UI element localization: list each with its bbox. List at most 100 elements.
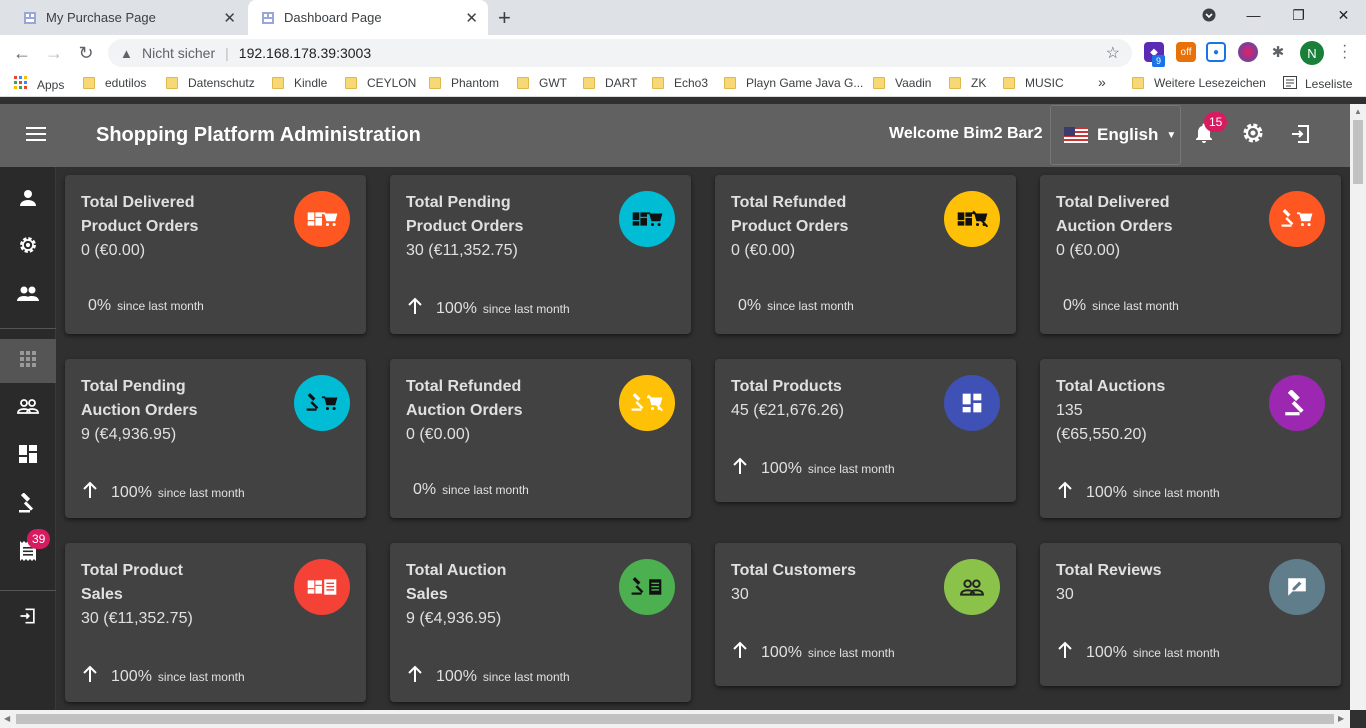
reading-list-button[interactable]: Leseliste [1283, 76, 1352, 92]
settings-gear-icon[interactable] [1241, 121, 1265, 152]
sidebar-item-logout[interactable] [0, 596, 56, 640]
bookmark-folder[interactable]: Echo3 [652, 76, 708, 90]
sidebar-divider [0, 328, 56, 329]
card-trend: 100% since last month [1056, 641, 1220, 665]
bookmark-folder[interactable]: Datenschutz [166, 76, 255, 90]
language-select[interactable]: English ▼ [1050, 105, 1181, 165]
color-extension-icon[interactable] [1238, 42, 1258, 62]
trend-caption: since last month [1132, 646, 1220, 660]
tab-dashboard[interactable]: Dashboard Page ✕ [248, 0, 488, 35]
menu-icon[interactable] [26, 127, 46, 145]
close-tab-icon[interactable]: ✕ [223, 9, 236, 27]
card-value: 9 (€4,936.95) [406, 610, 502, 627]
browser-menu-icon[interactable]: · · · [1342, 38, 1347, 66]
bookmark-apps[interactable]: Apps [14, 76, 64, 93]
bookmark-folder[interactable]: CEYLON [345, 76, 416, 90]
stat-card: Total Delivered Auction Orders 0 (€0.00) 0%… [1040, 175, 1341, 334]
apps-icon [20, 350, 36, 372]
card-title-line: Total Customers [731, 562, 857, 579]
sidebar-item-auctions[interactable] [0, 483, 56, 527]
horizontal-scrollbar[interactable]: ◀ ▶ [0, 710, 1350, 728]
card-title-line: Sales [406, 586, 448, 603]
folder-icon [272, 77, 284, 89]
gear-icon [18, 235, 38, 260]
product-cart-refund-icon [944, 191, 1000, 247]
sidebar-item-profile[interactable] [0, 178, 56, 222]
bookmark-folder[interactable]: MUSIC [1003, 76, 1064, 90]
stat-card: Total Refunded Auction Orders 0 (€0.00) 0% s… [390, 359, 691, 518]
bookmark-folder[interactable]: Kindle [272, 76, 327, 90]
card-title-line: Total Pending [406, 194, 511, 211]
product-cart-pending-icon [619, 191, 675, 247]
close-window-icon[interactable]: ✕ [1321, 0, 1366, 30]
trend-percent: 100% [1086, 644, 1127, 661]
scrollbar-thumb[interactable] [1353, 120, 1363, 184]
product-receipt-icon [294, 559, 350, 615]
bookmark-folder[interactable]: edutilos [83, 76, 146, 90]
reading-list-label: Leseliste [1305, 77, 1353, 91]
profile-avatar[interactable]: N [1300, 41, 1324, 65]
trend-percent: 100% [1086, 484, 1127, 501]
arrow-up-icon [731, 457, 751, 481]
sidebar-item-dashboard[interactable] [0, 339, 56, 383]
bookmark-label: Playn Game Java G... [746, 76, 864, 90]
back-icon[interactable]: ← [10, 41, 34, 65]
bookmark-star-icon[interactable]: ☆ [1106, 43, 1120, 63]
sidebar-item-products[interactable] [0, 434, 56, 478]
restore-icon[interactable]: ❐ [1276, 0, 1321, 30]
folder-icon [873, 77, 885, 89]
scroll-left-icon[interactable]: ◀ [4, 714, 10, 723]
bookmark-folder[interactable]: GWT [517, 76, 567, 90]
reading-list-icon [1283, 76, 1297, 92]
notifications-button[interactable]: 15 [1194, 112, 1228, 150]
bookmark-folder[interactable]: Phantom [429, 76, 499, 90]
folder-icon [1132, 77, 1144, 89]
trend-caption: since last month [117, 299, 204, 313]
card-value: 0 (€0.00) [731, 242, 796, 259]
card-trend: 100% since last month [81, 481, 245, 505]
card-trend: 100% since last month [406, 297, 570, 321]
bookmark-folder[interactable]: DART [583, 76, 637, 90]
trend-percent: 100% [111, 484, 152, 501]
bookmark-folder[interactable]: Playn Game Java G... [724, 76, 863, 90]
puzzle-extensions-icon[interactable]: ✱ [1268, 42, 1288, 62]
card-title-line: Product Orders [731, 218, 849, 235]
new-tab-icon[interactable]: + [498, 5, 511, 31]
logout-icon[interactable] [1289, 122, 1313, 151]
sidebar-item-customers[interactable] [0, 386, 56, 430]
sidebar: 39 [0, 167, 56, 710]
minimize-icon[interactable]: — [1231, 0, 1276, 30]
tab-search-icon[interactable] [1186, 0, 1231, 30]
sidebar-item-settings[interactable] [0, 225, 56, 269]
browser-toolbar: ← → ↻ ▲ Nicht sicher | 192.168.178.39:30… [0, 35, 1366, 70]
extension-off-icon[interactable]: off [1176, 42, 1196, 62]
gavel-cart-refund-icon [619, 375, 675, 431]
trend-percent: 0% [1063, 297, 1087, 314]
vertical-scrollbar[interactable]: ▲ [1350, 104, 1366, 710]
card-title: Total Pending Auction Orders [81, 375, 281, 423]
bookmark-label: Echo3 [674, 76, 709, 90]
more-bookmarks-button[interactable]: » [1098, 74, 1106, 90]
other-bookmarks-folder[interactable]: Weitere Lesezeichen [1132, 76, 1266, 90]
bookmark-folder[interactable]: Vaadin [873, 76, 931, 90]
forward-icon[interactable]: → [42, 41, 66, 65]
sidebar-item-sales[interactable]: 39 [0, 529, 56, 575]
stat-card: Total Auctions 135 (€65,550.20) 100% since l… [1040, 359, 1341, 518]
bookmark-label: Datenschutz [188, 76, 255, 90]
card-title-line: Total Pending [81, 378, 186, 395]
trend-caption: since last month [1092, 299, 1179, 313]
trend-percent: 0% [738, 297, 762, 314]
tab-my-purchase[interactable]: My Purchase Page ✕ [14, 0, 246, 35]
sidebar-item-users[interactable] [0, 274, 56, 318]
address-bar[interactable]: ▲ Nicht sicher | 192.168.178.39:3003 ☆ [108, 39, 1132, 67]
card-value: 30 (€11,352.75) [406, 242, 518, 259]
close-tab-icon[interactable]: ✕ [465, 9, 478, 27]
bookmark-label: edutilos [105, 76, 147, 90]
reload-icon[interactable]: ↻ [74, 41, 98, 65]
scrollbar-thumb[interactable] [16, 714, 1334, 724]
bookmark-folder[interactable]: ZK [949, 76, 986, 90]
screencast-extension-icon[interactable]: ● [1206, 42, 1226, 62]
scroll-up-icon[interactable]: ▲ [1354, 107, 1362, 116]
scroll-right-icon[interactable]: ▶ [1338, 714, 1344, 723]
card-title-line: Total Refunded [731, 194, 847, 211]
